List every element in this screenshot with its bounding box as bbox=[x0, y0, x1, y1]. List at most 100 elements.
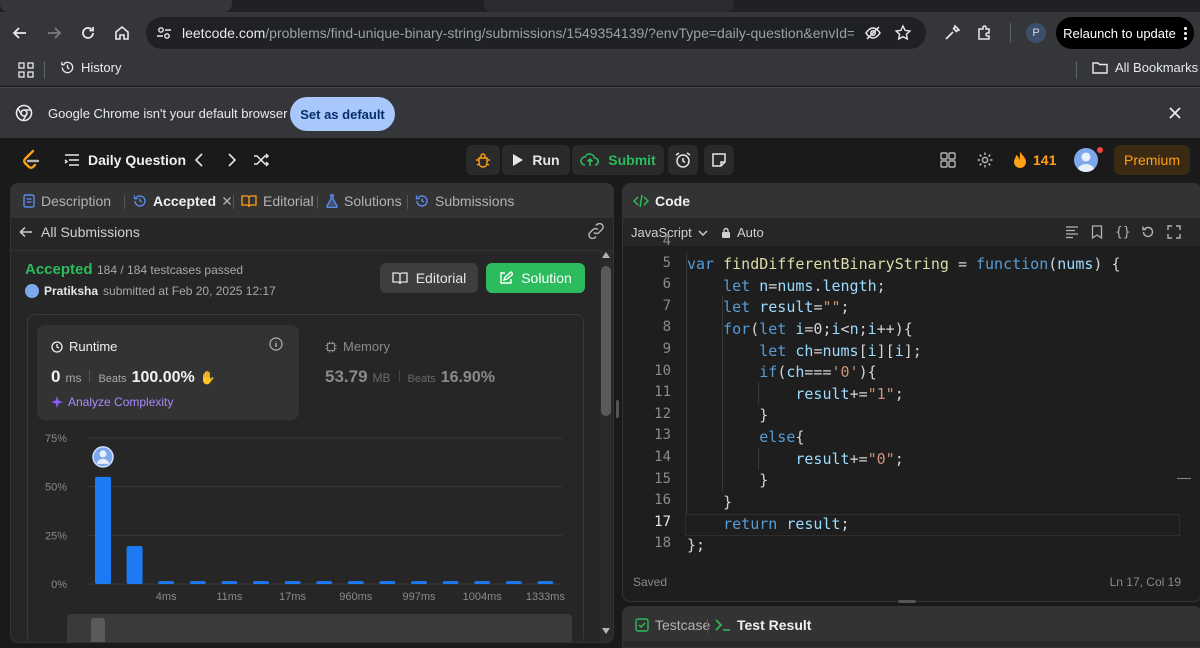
code-line[interactable]: } bbox=[687, 406, 768, 424]
braces-icon[interactable]: {} bbox=[1115, 225, 1131, 240]
more-menu-icon[interactable] bbox=[1183, 26, 1187, 40]
close-icon[interactable] bbox=[1167, 105, 1183, 121]
reset-icon[interactable] bbox=[1141, 225, 1155, 239]
code-line[interactable]: result+="1"; bbox=[687, 385, 903, 403]
bookmark-star-icon[interactable] bbox=[894, 24, 912, 42]
chart-range-slider[interactable] bbox=[67, 614, 572, 642]
chart-bar[interactable] bbox=[126, 546, 143, 584]
tab-editorial[interactable]: Editorial bbox=[241, 193, 314, 209]
tab-test-result[interactable]: Test Result bbox=[715, 617, 811, 633]
chart-bar[interactable] bbox=[316, 581, 333, 584]
solution-button[interactable]: Solution bbox=[486, 263, 585, 293]
user-icon bbox=[1077, 152, 1095, 172]
chart-bar[interactable] bbox=[221, 581, 238, 584]
scrollbar-thumb[interactable] bbox=[601, 266, 611, 416]
prev-problem-icon[interactable] bbox=[193, 152, 207, 168]
history-bookmark[interactable]: History bbox=[60, 60, 121, 75]
line-number: 11 bbox=[654, 384, 671, 401]
submit-button[interactable]: Submit bbox=[572, 145, 664, 175]
panel-resize-handle[interactable] bbox=[616, 400, 619, 418]
chart-bar[interactable] bbox=[95, 476, 111, 584]
code-line[interactable]: let n=nums.length; bbox=[687, 277, 886, 295]
scroll-up-icon[interactable] bbox=[602, 252, 610, 258]
site-info-icon[interactable] bbox=[156, 25, 172, 41]
analyze-complexity-link[interactable]: Analyze Complexity bbox=[51, 395, 173, 409]
submitter-name[interactable]: Pratiksha bbox=[44, 284, 98, 298]
code-line[interactable]: if(ch==='0'){ bbox=[687, 363, 876, 381]
all-submissions-link[interactable]: All Submissions bbox=[19, 224, 140, 240]
code-content[interactable]: var findDifferentBinaryString = function… bbox=[687, 255, 1121, 273]
browser-tab[interactable] bbox=[0, 0, 232, 12]
layout-grid-icon[interactable] bbox=[940, 152, 956, 168]
chart-bar[interactable] bbox=[442, 581, 459, 584]
profile-avatar[interactable]: P bbox=[1026, 23, 1046, 43]
memory-card[interactable]: Memory 53.79 MB Beats 16.90% bbox=[311, 325, 573, 420]
settings-gear-icon[interactable] bbox=[976, 151, 994, 169]
user-avatar[interactable] bbox=[1074, 148, 1098, 172]
tab-solutions[interactable]: Solutions bbox=[326, 193, 402, 209]
code-line[interactable]: }; bbox=[687, 536, 705, 554]
problem-list-icon[interactable] bbox=[64, 152, 80, 168]
range-slider-handle[interactable] bbox=[91, 618, 105, 642]
chart-bar[interactable] bbox=[284, 581, 301, 584]
timer-button[interactable] bbox=[668, 145, 698, 175]
leetcode-logo-icon[interactable] bbox=[20, 148, 40, 172]
daily-question-title[interactable]: Daily Question bbox=[88, 152, 186, 168]
code-line[interactable]: } bbox=[687, 471, 768, 489]
tab-code[interactable]: Code bbox=[633, 193, 690, 209]
code-line[interactable]: return result; bbox=[687, 515, 849, 533]
memory-header: Memory bbox=[325, 339, 390, 354]
tab-description[interactable]: Description bbox=[23, 193, 111, 209]
set-default-button[interactable]: Set as default bbox=[290, 97, 395, 131]
tab-accepted[interactable]: Accepted bbox=[133, 193, 232, 209]
extensions-icon[interactable] bbox=[970, 19, 998, 47]
chart-bar[interactable] bbox=[537, 581, 554, 584]
close-tab-icon[interactable] bbox=[222, 196, 232, 206]
chart-bar[interactable] bbox=[474, 581, 491, 584]
fullscreen-icon[interactable] bbox=[1167, 225, 1181, 239]
panel-resize-handle[interactable] bbox=[898, 600, 916, 603]
reload-icon[interactable] bbox=[74, 19, 102, 47]
scroll-down-icon[interactable] bbox=[602, 628, 610, 634]
chart-bar[interactable] bbox=[253, 581, 269, 584]
code-line[interactable]: let result=""; bbox=[687, 298, 849, 316]
apps-grid-icon[interactable] bbox=[18, 62, 34, 78]
home-icon[interactable] bbox=[108, 19, 136, 47]
auto-mode-toggle[interactable]: Auto bbox=[721, 225, 764, 240]
tab-label: Solutions bbox=[344, 193, 402, 209]
code-line[interactable]: for(let i=0;i<n;i++){ bbox=[687, 320, 913, 338]
chart-bar[interactable] bbox=[189, 581, 206, 584]
premium-button[interactable]: Premium bbox=[1114, 145, 1190, 175]
tab-submissions[interactable]: Submissions bbox=[415, 193, 514, 209]
code-line[interactable]: let ch=nums[i][i]; bbox=[687, 342, 922, 360]
editorial-button[interactable]: Editorial bbox=[380, 263, 478, 293]
run-button[interactable]: Run bbox=[502, 145, 570, 175]
debug-button[interactable] bbox=[466, 145, 500, 175]
bookmark-icon[interactable] bbox=[1091, 225, 1103, 239]
eyedropper-icon[interactable] bbox=[938, 19, 966, 47]
runtime-card[interactable]: Runtime 0 ms Beats 100.00% ✋ Analyze Com… bbox=[37, 325, 299, 420]
chart-bar[interactable] bbox=[379, 581, 396, 584]
shuffle-icon[interactable] bbox=[252, 151, 270, 169]
browser-tab[interactable] bbox=[484, 0, 734, 12]
chart-bar[interactable] bbox=[158, 581, 175, 584]
forward-icon[interactable] bbox=[40, 19, 68, 47]
format-icon[interactable] bbox=[1065, 225, 1079, 239]
chart-bar[interactable] bbox=[347, 581, 364, 584]
back-icon[interactable] bbox=[6, 19, 34, 47]
streak-counter[interactable]: 141 bbox=[1012, 150, 1056, 170]
relaunch-button[interactable]: Relaunch to update bbox=[1056, 17, 1194, 49]
code-line[interactable]: else{ bbox=[687, 428, 804, 446]
chart-bar[interactable] bbox=[505, 581, 522, 584]
all-bookmarks[interactable]: All Bookmarks bbox=[1092, 60, 1198, 75]
info-icon[interactable] bbox=[269, 337, 283, 351]
code-line[interactable]: } bbox=[687, 493, 732, 511]
code-line[interactable]: result+="0"; bbox=[687, 450, 903, 468]
tab-testcase[interactable]: Testcase bbox=[635, 617, 710, 633]
eye-slash-icon[interactable] bbox=[864, 24, 882, 42]
address-bar[interactable]: leetcode.com/problems/find-unique-binary… bbox=[146, 17, 926, 49]
notes-button[interactable] bbox=[704, 145, 734, 175]
next-problem-icon[interactable] bbox=[224, 152, 238, 168]
share-link-icon[interactable] bbox=[587, 223, 605, 239]
chart-bar[interactable] bbox=[411, 581, 427, 584]
